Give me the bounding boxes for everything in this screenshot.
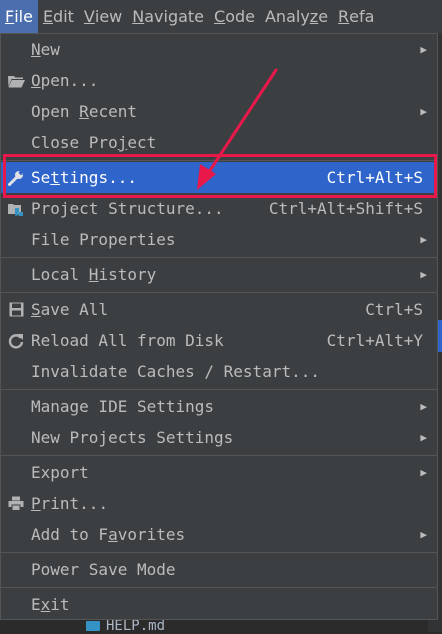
menu-item-save-all[interactable]: Save All Ctrl+S <box>1 294 437 325</box>
reload-icon <box>7 332 25 350</box>
menu-item-exit-label: Exit <box>31 595 70 614</box>
chevron-right-icon: ▶ <box>420 105 427 118</box>
menu-item-file-properties[interactable]: File Properties ▶ <box>1 224 437 255</box>
menu-item-reload-all-shortcut: Ctrl+Alt+Y <box>326 331 423 350</box>
menu-separator <box>1 160 437 161</box>
menu-item-open-label: Open... <box>31 71 99 90</box>
wrench-icon <box>7 169 25 187</box>
menu-navigate-label: avigate <box>144 7 205 26</box>
menu-item-project-structure-shortcut: Ctrl+Alt+Shift+S <box>268 199 423 218</box>
menu-code-label: ode <box>225 7 255 26</box>
menu-navigate-mnemonic: N <box>132 7 145 26</box>
main-menu-bar: File Edit View Navigate Code Analy z e Ref… <box>0 0 442 33</box>
menu-item-project-structure-label: Project Structure... <box>31 199 224 218</box>
menu-item-print-label: Print... <box>31 494 109 513</box>
menu-item-settings[interactable]: Settings... Ctrl+Alt+S <box>1 162 437 193</box>
menu-analyze[interactable]: Analy z e <box>260 0 333 33</box>
menu-code-mnemonic: C <box>214 7 226 26</box>
menu-item-add-to-favorites-label: Add to Favorites <box>31 525 186 544</box>
menu-separator <box>1 587 437 588</box>
menu-separator <box>1 292 437 293</box>
menu-item-settings-shortcut: Ctrl+Alt+S <box>326 168 423 187</box>
menu-item-local-history-label: Local History <box>31 265 157 284</box>
menu-refactor-mnemonic: R <box>338 7 350 26</box>
menu-item-open-recent-label: Open Recent <box>31 102 137 121</box>
menu-item-file-properties-label: File Properties <box>31 230 176 249</box>
menu-item-new[interactable]: New ▶ <box>1 34 437 65</box>
menu-separator <box>1 552 437 553</box>
menu-item-new-projects-settings-label: New Projects Settings <box>31 428 234 447</box>
menu-item-manage-ide-settings-label: Manage IDE Settings <box>31 397 215 416</box>
menu-item-invalidate-caches[interactable]: Invalidate Caches / Restart... <box>1 356 437 387</box>
menu-edit-label: dit <box>53 7 74 26</box>
printer-icon <box>7 495 25 513</box>
chevron-right-icon: ▶ <box>420 268 427 281</box>
menu-item-invalidate-caches-label: Invalidate Caches / Restart... <box>31 362 320 381</box>
menu-refactor[interactable]: Refa <box>333 0 379 33</box>
chevron-right-icon: ▶ <box>420 400 427 413</box>
menu-item-settings-label: Settings... <box>31 168 137 187</box>
menu-item-export[interactable]: Export ▶ <box>1 457 437 488</box>
menu-item-save-all-label: Save All <box>31 300 109 319</box>
menu-item-open-recent[interactable]: Open Recent ▶ <box>1 96 437 127</box>
chevron-right-icon: ▶ <box>420 233 427 246</box>
menu-item-reload-all[interactable]: Reload All from Disk Ctrl+Alt+Y <box>1 325 437 356</box>
menu-item-power-save-mode[interactable]: Power Save Mode <box>1 554 437 585</box>
floppy-disk-icon <box>7 301 25 319</box>
menu-separator <box>1 455 437 456</box>
menu-item-new-label: New <box>31 40 60 59</box>
file-menu-dropdown: New ▶ Open... Open Recent ▶ Close Projec… <box>0 33 438 620</box>
project-structure-icon <box>7 200 25 218</box>
menu-file-label: ile <box>14 7 33 26</box>
menu-item-add-to-favorites[interactable]: Add to Favorites ▶ <box>1 519 437 550</box>
menu-code[interactable]: Code <box>209 0 260 33</box>
menu-item-open[interactable]: Open... <box>1 65 437 96</box>
menu-analyze-mnemonic: z <box>309 7 319 26</box>
menu-separator <box>1 389 437 390</box>
menu-item-close-project-label: Close Project <box>31 133 157 152</box>
markdown-file-icon <box>86 621 100 631</box>
chevron-right-icon: ▶ <box>420 466 427 479</box>
menu-item-new-projects-settings[interactable]: New Projects Settings ▶ <box>1 422 437 453</box>
menu-edit-mnemonic: E <box>42 7 54 26</box>
chevron-right-icon: ▶ <box>420 528 427 541</box>
menu-item-save-all-shortcut: Ctrl+S <box>365 300 423 319</box>
chevron-right-icon: ▶ <box>420 43 427 56</box>
menu-view-mnemonic: V <box>83 7 95 26</box>
menu-item-close-project[interactable]: Close Project <box>1 127 437 158</box>
menu-item-export-label: Export <box>31 463 89 482</box>
menu-item-print[interactable]: Print... <box>1 488 437 519</box>
menu-item-project-structure[interactable]: Project Structure... Ctrl+Alt+Shift+S <box>1 193 437 224</box>
menu-item-exit[interactable]: Exit <box>1 589 437 620</box>
menu-view-label: iew <box>94 7 123 26</box>
menu-refactor-label: efa <box>349 7 375 26</box>
menu-file[interactable]: File <box>0 0 38 33</box>
folder-icon <box>7 72 25 90</box>
menu-item-reload-all-label: Reload All from Disk <box>31 331 224 350</box>
menu-edit[interactable]: Edit <box>38 0 79 33</box>
menu-view[interactable]: View <box>79 0 127 33</box>
menu-navigate[interactable]: Navigate <box>127 0 209 33</box>
menu-item-local-history[interactable]: Local History ▶ <box>1 259 437 290</box>
menu-item-manage-ide-settings[interactable]: Manage IDE Settings ▶ <box>1 391 437 422</box>
menu-item-power-save-mode-label: Power Save Mode <box>31 560 176 579</box>
menu-separator <box>1 257 437 258</box>
menu-analyze-label: e <box>318 7 329 26</box>
menu-file-mnemonic: F <box>5 7 15 26</box>
menu-analyze-label-pre: Analy <box>264 7 310 26</box>
chevron-right-icon: ▶ <box>420 431 427 444</box>
